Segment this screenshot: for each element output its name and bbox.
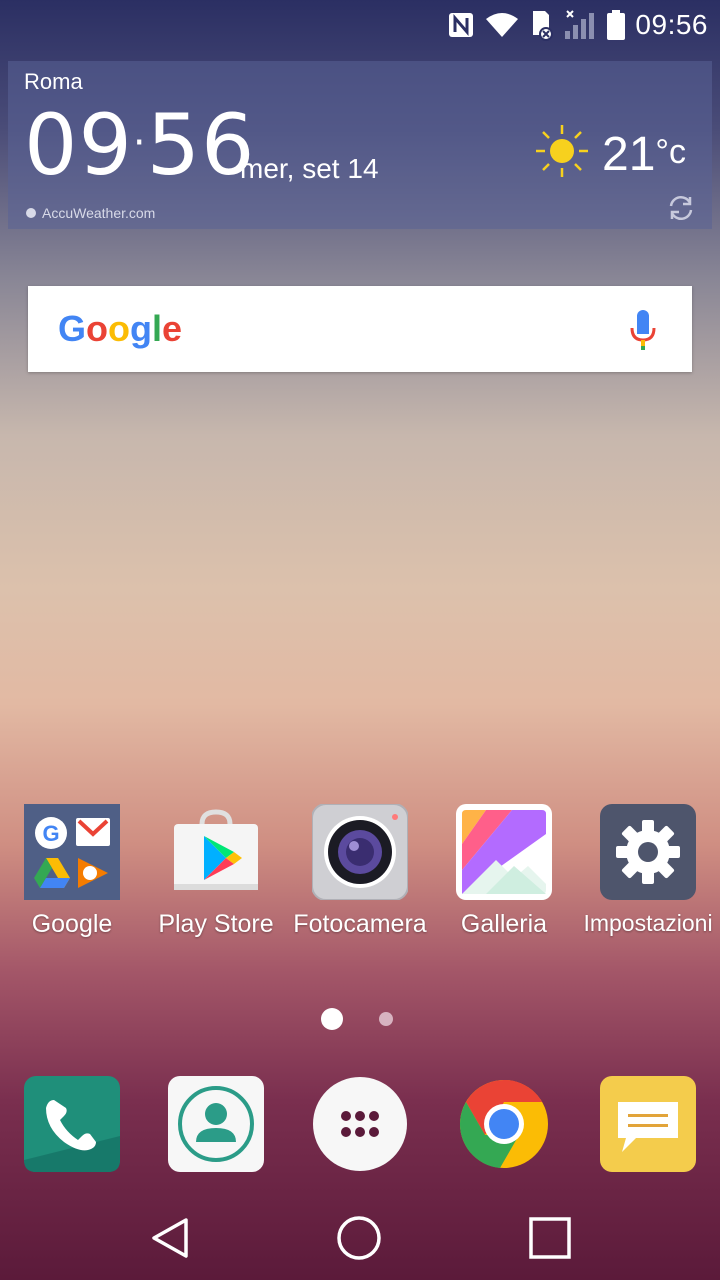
camera-lens-icon xyxy=(311,803,409,901)
accuweather-text: AccuWeather.com xyxy=(42,205,156,221)
messages-icon xyxy=(600,1076,696,1172)
accuweather-sun-icon xyxy=(26,208,36,218)
google-folder-icon: G xyxy=(24,804,120,900)
status-bar: 09:56 xyxy=(0,0,720,50)
dock-messages[interactable] xyxy=(600,1076,696,1172)
app-label: Play Store xyxy=(158,910,274,938)
google-logo-letter: g xyxy=(130,308,153,349)
battery-icon xyxy=(607,10,626,40)
google-logo-letter: G xyxy=(58,308,87,349)
dock-chrome[interactable] xyxy=(456,1076,552,1172)
play-music-icon xyxy=(78,858,108,888)
home-app-row: G Google Play Store Fotocamera Galleria … xyxy=(0,803,720,954)
google-logo-letter: l xyxy=(152,308,163,349)
page-indicator xyxy=(0,1008,720,1030)
clock-time[interactable]: 09·56 xyxy=(24,103,256,187)
status-time: 09:56 xyxy=(635,9,708,40)
navigation-bar xyxy=(0,1196,720,1280)
recents-icon[interactable] xyxy=(526,1214,574,1262)
svg-text:G: G xyxy=(42,821,59,846)
drive-icon xyxy=(34,858,70,888)
app-label: Impostazioni xyxy=(583,910,713,936)
sun-icon xyxy=(536,125,588,177)
temperature-value: 21 xyxy=(602,128,656,181)
app-play-store[interactable]: Play Store xyxy=(144,804,288,939)
temperature-unit: °c xyxy=(655,133,686,171)
app-google-folder[interactable]: G Google xyxy=(0,804,144,939)
app-fotocamera[interactable]: Fotocamera xyxy=(288,803,432,939)
weather-widget[interactable]: Roma 09·56 mer, set 14 21°c AccuWeather.… xyxy=(8,61,712,229)
google-logo-letter: o xyxy=(108,308,131,349)
app-impostazioni[interactable]: Impostazioni xyxy=(576,804,720,937)
google-search-bar[interactable]: Google xyxy=(28,286,692,372)
phone-icon xyxy=(24,1076,120,1172)
dock-contacts[interactable] xyxy=(168,1076,264,1172)
dock-app-drawer[interactable] xyxy=(312,1076,408,1172)
gmail-icon xyxy=(76,818,110,846)
signal-icon xyxy=(565,10,595,39)
refresh-icon[interactable] xyxy=(666,193,696,223)
contacts-icon xyxy=(168,1076,264,1172)
clock-colon: · xyxy=(132,120,147,166)
play-store-bag-icon xyxy=(174,809,258,890)
settings-icon xyxy=(600,804,696,900)
gear-icon xyxy=(600,804,696,900)
sd-card-icon xyxy=(533,11,554,41)
app-label: Google xyxy=(31,910,113,938)
app-drawer-icon xyxy=(313,1077,407,1171)
status-icons: 09:56 xyxy=(447,6,708,44)
home-icon[interactable] xyxy=(335,1214,383,1262)
clock-hours: 09 xyxy=(24,96,133,194)
app-label: Fotocamera xyxy=(293,910,427,938)
weather-city: Roma xyxy=(24,69,83,94)
dock-phone[interactable] xyxy=(24,1076,120,1172)
camera-icon xyxy=(311,803,409,901)
accuweather-logo: AccuWeather.com xyxy=(24,205,155,221)
app-galleria[interactable]: Galleria xyxy=(432,804,576,939)
dock xyxy=(0,1076,720,1174)
google-g-icon: G xyxy=(35,817,67,849)
gallery-mountain-icon xyxy=(456,804,552,900)
play-store-icon xyxy=(168,804,264,900)
gallery-icon xyxy=(456,804,552,900)
page-dot[interactable] xyxy=(379,1012,393,1026)
mic-icon[interactable] xyxy=(630,310,656,350)
temperature: 21°c xyxy=(602,127,686,182)
google-logo-letter: e xyxy=(162,308,183,349)
app-label: Galleria xyxy=(460,910,548,938)
google-logo: Google xyxy=(58,308,182,350)
page-dot-active[interactable] xyxy=(321,1008,343,1030)
chrome-icon xyxy=(459,1080,548,1168)
clock-date: mer, set 14 xyxy=(240,153,379,184)
nfc-icon xyxy=(449,13,474,37)
back-icon[interactable] xyxy=(146,1214,194,1262)
google-logo-letter: o xyxy=(86,308,109,349)
wifi-icon xyxy=(486,13,519,37)
